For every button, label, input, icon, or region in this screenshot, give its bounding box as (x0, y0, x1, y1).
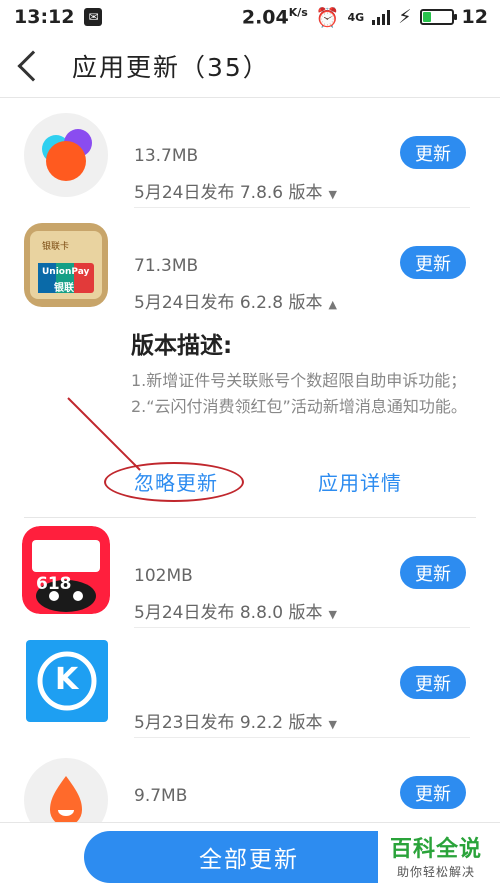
list-item[interactable]: 银联卡 UnionPay 银联 71.3MB 5月24日发布 6.2.8 版本 ▲… (0, 208, 500, 318)
list-item[interactable]: 13.7MB 5月24日发布 7.8.6 版本 ▼ 更新 (0, 98, 500, 208)
back-arrow-icon[interactable] (17, 49, 49, 82)
kugou-k-icon: K (26, 640, 108, 722)
icon-text: 银联卡 (42, 242, 70, 252)
signal-icon (372, 9, 391, 25)
version-description-panel: 版本描述: 1.新增证件号关联账号个数超限自助申诉功能；2.“云闪付消费领红包”… (0, 318, 500, 518)
battery-level: 12 (461, 6, 488, 28)
expand-arrow-icon: ▼ (328, 608, 337, 621)
update-button[interactable]: 更新 (400, 556, 466, 589)
app-version[interactable]: 5月24日发布 7.8.6 版本 ▼ (134, 178, 337, 203)
update-all-button[interactable]: 全部更新 (84, 831, 414, 883)
page-title: 应用更新（35） (72, 52, 270, 82)
status-time: 13:12 (14, 6, 75, 28)
battery-icon (419, 9, 457, 25)
update-button[interactable]: 更新 (400, 246, 466, 279)
app-version-text: 5月24日发布 8.8.0 版本 (134, 603, 323, 623)
list-item[interactable]: 618 102MB 5月24日发布 8.8.0 版本 ▼ 更新 (0, 518, 500, 628)
icon-text: K (55, 662, 79, 697)
net-speed-unit: K/s (288, 5, 308, 19)
watermark-subtitle: 助你轻松解决 (396, 864, 475, 879)
app-version[interactable]: 5月24日发布 8.8.0 版本 ▼ (134, 598, 337, 623)
tmall-618-icon: 618 (22, 526, 110, 614)
expand-arrow-icon: ▼ (328, 188, 337, 201)
watermark-title: 百科全说 (389, 836, 482, 862)
app-version[interactable]: 5月23日发布 9.2.2 版本 ▼ (134, 708, 337, 733)
app-size: 102MB (134, 566, 193, 586)
app-version-text: 5月23日发布 9.2.2 版本 (134, 713, 323, 733)
app-bar: 应用更新（35） (0, 34, 500, 98)
app-version-text: 5月24日发布 7.8.6 版本 (134, 183, 323, 203)
app-size: 71.3MB (134, 256, 199, 276)
annotation-arrow (67, 397, 141, 471)
icon-text: UnionPay (42, 267, 90, 277)
alarm-icon: ⏰ (315, 6, 340, 29)
charging-icon: ⚡ (398, 6, 412, 28)
app-version[interactable]: 5月24日发布 6.2.8 版本 ▲ (134, 288, 337, 313)
icon-text: 银联 (54, 283, 74, 294)
net-speed: 2.04K/s (242, 6, 308, 28)
app-update-list: 13.7MB 5月24日发布 7.8.6 版本 ▼ 更新 银联卡 UnionPay… (0, 98, 500, 848)
update-button[interactable]: 更新 (400, 136, 466, 169)
collapse-arrow-icon: ▲ (328, 298, 337, 311)
update-button[interactable]: 更新 (400, 666, 466, 699)
watermark-logo: 百科全说 助你轻松解决 (378, 825, 494, 885)
app-size: 9.7MB (134, 786, 188, 806)
net-speed-value: 2.04 (241, 6, 289, 29)
network-type: 4G (347, 10, 365, 24)
expand-arrow-icon: ▼ (328, 718, 337, 731)
list-item[interactable]: K 5月23日发布 9.2.2 版本 ▼ 更新 (0, 628, 500, 738)
app-detail-link[interactable]: 应用详情 (318, 467, 402, 496)
notification-icon: ✉ (84, 8, 103, 26)
circles-app-icon (24, 113, 108, 197)
status-bar: 13:12 ✉ 2.04K/s ⏰ 4G ⚡ 12 (0, 0, 500, 34)
update-button[interactable]: 更新 (400, 776, 466, 809)
icon-text: 618 (36, 574, 72, 594)
app-version-text: 5月24日发布 6.2.8 版本 (134, 293, 323, 313)
unionpay-card-icon: 银联卡 UnionPay 银联 (24, 223, 108, 307)
ignore-update-link[interactable]: 忽略更新 (134, 467, 218, 496)
app-size: 13.7MB (134, 146, 199, 166)
